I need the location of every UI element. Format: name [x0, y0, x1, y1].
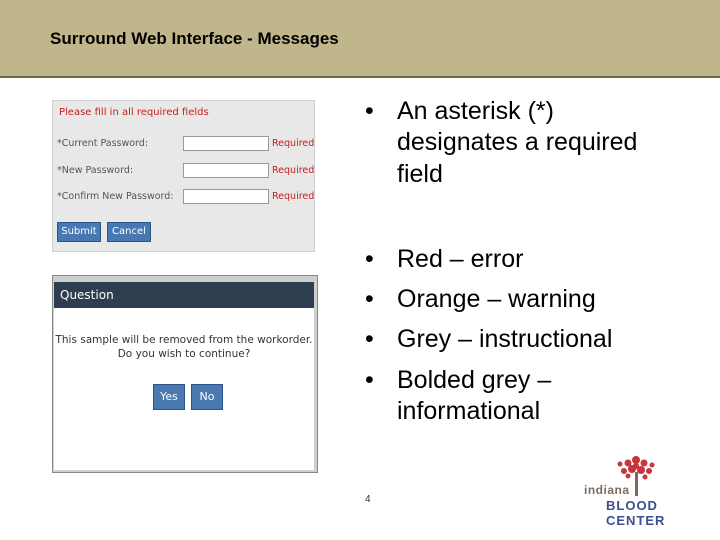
confirm-password-required: Required [272, 191, 315, 202]
bullet-dot: • [365, 285, 374, 313]
new-password-row: *New Password: Required [57, 163, 315, 179]
form-error-message: Please fill in all required fields [59, 107, 209, 118]
current-password-label: *Current Password: [57, 138, 149, 149]
current-password-row: *Current Password: Required [57, 136, 315, 152]
bullet-red: Red – error [397, 245, 524, 273]
dialog-message: This sample will be removed from the wor… [54, 333, 314, 361]
dialog-message-line2: Do you wish to continue? [117, 348, 251, 360]
bullet-required-line3: field [397, 159, 443, 188]
dialog-body: This sample will be removed from the wor… [54, 308, 314, 470]
bullet-dot: • [365, 97, 374, 125]
logo-big-text: BLOOD CENTER [606, 498, 666, 528]
bullet-bolded-line1: Bolded grey – [397, 366, 552, 394]
bullet-bolded-grey: Bolded grey – informational [397, 365, 551, 428]
bullet-required-line2: designates a required [397, 128, 638, 157]
bullet-required-line1: An asterisk (*) [397, 97, 554, 125]
new-password-input[interactable] [183, 163, 269, 178]
bullet-dot: • [365, 325, 374, 353]
slide-title: Surround Web Interface - Messages [50, 29, 339, 48]
question-dialog-screenshot: Question This sample will be removed fro… [52, 275, 318, 473]
new-password-required: Required [272, 165, 315, 176]
yes-button[interactable]: Yes [153, 384, 185, 410]
confirm-password-label: *Confirm New Password: [57, 191, 174, 202]
dialog-title: Question [60, 288, 114, 302]
page-number: 4 [365, 494, 371, 505]
slide-header: Surround Web Interface - Messages [0, 0, 720, 78]
bullet-orange: Orange – warning [397, 285, 596, 313]
bullet-grey: Grey – instructional [397, 325, 613, 353]
confirm-password-row: *Confirm New Password: Required [57, 189, 315, 205]
logo-small-text: indiana [584, 483, 630, 497]
bullet-dot: • [365, 245, 374, 273]
bullet-bolded-line2: informational [397, 397, 541, 426]
bullet-dot: • [365, 366, 374, 394]
dialog-titlebar: Question [54, 282, 314, 308]
required-fields-form-screenshot: Please fill in all required fields *Curr… [52, 100, 315, 252]
indiana-blood-center-logo: indiana BLOOD CENTER [584, 450, 706, 528]
submit-button[interactable]: Submit [57, 222, 101, 242]
dialog-message-line1: This sample will be removed from the wor… [55, 334, 313, 346]
confirm-password-input[interactable] [183, 189, 269, 204]
bullet-required-field: An asterisk (*) designates a required fi… [397, 96, 637, 190]
new-password-label: *New Password: [57, 165, 134, 176]
current-password-input[interactable] [183, 136, 269, 151]
cancel-button[interactable]: Cancel [107, 222, 151, 242]
current-password-required: Required [272, 138, 315, 149]
no-button[interactable]: No [191, 384, 223, 410]
